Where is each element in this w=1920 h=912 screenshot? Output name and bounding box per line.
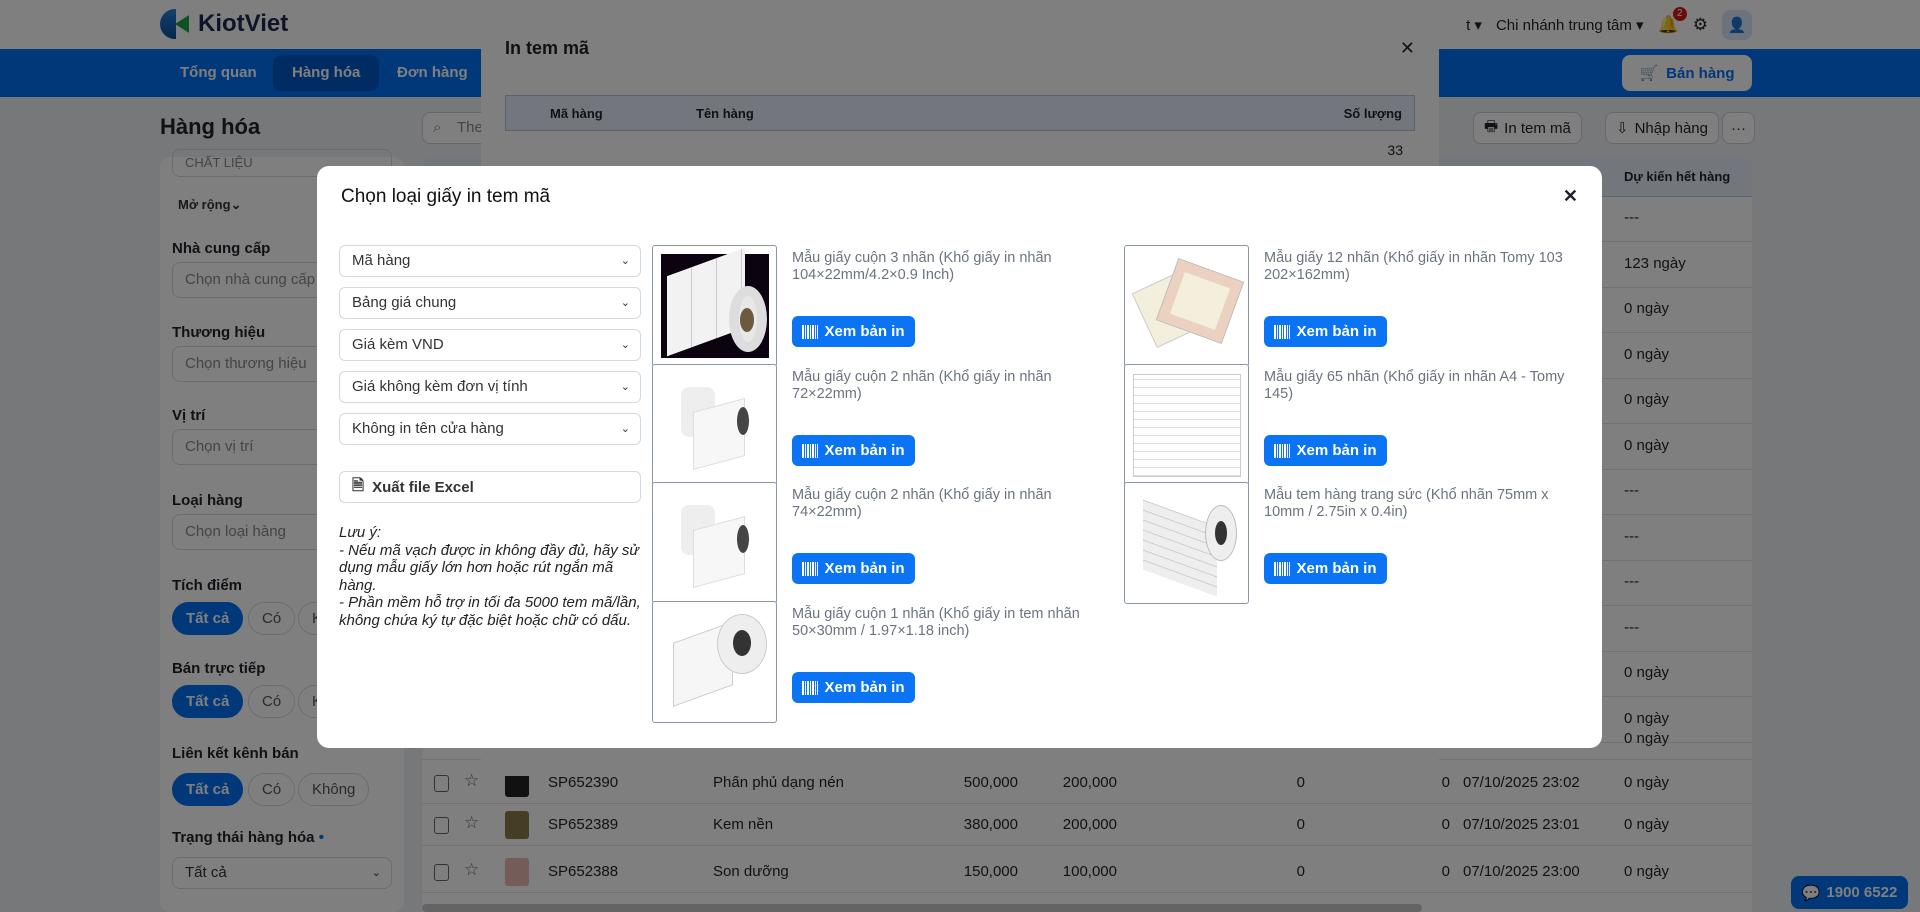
close-icon[interactable]: ✕ <box>1563 186 1578 207</box>
paper-option: Mẫu giấy 12 nhãn (Khổ giấy in nhãn Tomy … <box>1124 245 1604 367</box>
paper-description: Mẫu giấy cuộn 1 nhãn (Khổ giấy in tem nh… <box>792 606 1080 639</box>
paper-description: Mẫu giấy 12 nhãn (Khổ giấy in nhãn Tomy … <box>1264 250 1563 283</box>
barcode-icon <box>802 324 819 339</box>
modal-title: Chọn loại giấy in tem mã <box>341 186 551 207</box>
chevron-down-icon: ⌄ <box>620 423 630 435</box>
unit-select[interactable]: Giá không kèm đơn vị tính ⌄ <box>339 371 641 403</box>
chevron-down-icon: ⌄ <box>620 297 630 309</box>
paper-description: Mẫu giấy cuộn 2 nhãn (Khổ giấy in nhãn 7… <box>792 369 1052 402</box>
barcode-icon <box>802 680 819 695</box>
field-select[interactable]: Mã hàng ⌄ <box>339 245 641 277</box>
currency-select[interactable]: Giá kèm VND ⌄ <box>339 329 641 361</box>
chevron-down-icon: ⌄ <box>620 255 630 267</box>
preview-print-button[interactable]: Xem bản in <box>1264 435 1387 466</box>
paper-description: Mẫu giấy cuộn 3 nhãn (Khổ giấy in nhãn 1… <box>792 250 1052 283</box>
price-list-select[interactable]: Bảng giá chung ⌄ <box>339 287 641 319</box>
paper-description: Mẫu giấy 65 nhãn (Khổ giấy in nhãn A4 - … <box>1264 369 1565 402</box>
paper-image-jewelry-tag-roll <box>1124 482 1249 604</box>
note-text: Lưu ý: - Nếu mã vạch được in không đầy đủ… <box>339 524 641 629</box>
export-excel-button[interactable]: 🗎 Xuất file Excel <box>339 471 641 503</box>
chevron-down-icon: ⌄ <box>620 381 630 393</box>
barcode-icon <box>802 443 819 458</box>
paper-image-roll-2-labels <box>652 364 777 486</box>
file-icon: 🗎 <box>352 476 365 494</box>
paper-type-modal: Chọn loại giấy in tem mã ✕ Mã hàng ⌄ Bảng… <box>317 166 1602 748</box>
preview-print-button[interactable]: Xem bản in <box>792 435 915 466</box>
paper-image-sheet-65-labels <box>1124 364 1249 486</box>
paper-option: Mẫu giấy cuộn 1 nhãn (Khổ giấy in tem nh… <box>652 601 1132 723</box>
paper-option: Mẫu giấy cuộn 2 nhãn (Khổ giấy in nhãn 7… <box>652 364 1132 486</box>
preview-print-button[interactable]: Xem bản in <box>792 672 915 703</box>
paper-image-roll-3-labels <box>652 245 777 367</box>
paper-description: Mẫu giấy cuộn 2 nhãn (Khổ giấy in nhãn 7… <box>792 487 1052 520</box>
barcode-icon <box>1274 324 1291 339</box>
barcode-icon <box>802 561 819 576</box>
paper-option: Mẫu giấy 65 nhãn (Khổ giấy in nhãn A4 - … <box>1124 364 1604 486</box>
paper-image-sheet-12-labels <box>1124 245 1249 367</box>
paper-option: Mẫu giấy cuộn 2 nhãn (Khổ giấy in nhãn 7… <box>652 482 1132 604</box>
preview-print-button[interactable]: Xem bản in <box>792 316 915 347</box>
preview-print-button[interactable]: Xem bản in <box>792 553 915 584</box>
paper-image-roll-2-labels <box>652 482 777 604</box>
paper-option: Mẫu tem hàng trang sức (Khổ nhãn 75mm x … <box>1124 482 1604 604</box>
barcode-icon <box>1274 443 1291 458</box>
paper-description: Mẫu tem hàng trang sức (Khổ nhãn 75mm x … <box>1264 487 1549 520</box>
preview-print-button[interactable]: Xem bản in <box>1264 316 1387 347</box>
paper-image-roll-1-label <box>652 601 777 723</box>
paper-option: Mẫu giấy cuộn 3 nhãn (Khổ giấy in nhãn 1… <box>652 245 1132 367</box>
barcode-icon <box>1274 561 1291 576</box>
store-name-select[interactable]: Không in tên cửa hàng ⌄ <box>339 413 641 445</box>
preview-print-button[interactable]: Xem bản in <box>1264 553 1387 584</box>
chevron-down-icon: ⌄ <box>620 339 630 351</box>
